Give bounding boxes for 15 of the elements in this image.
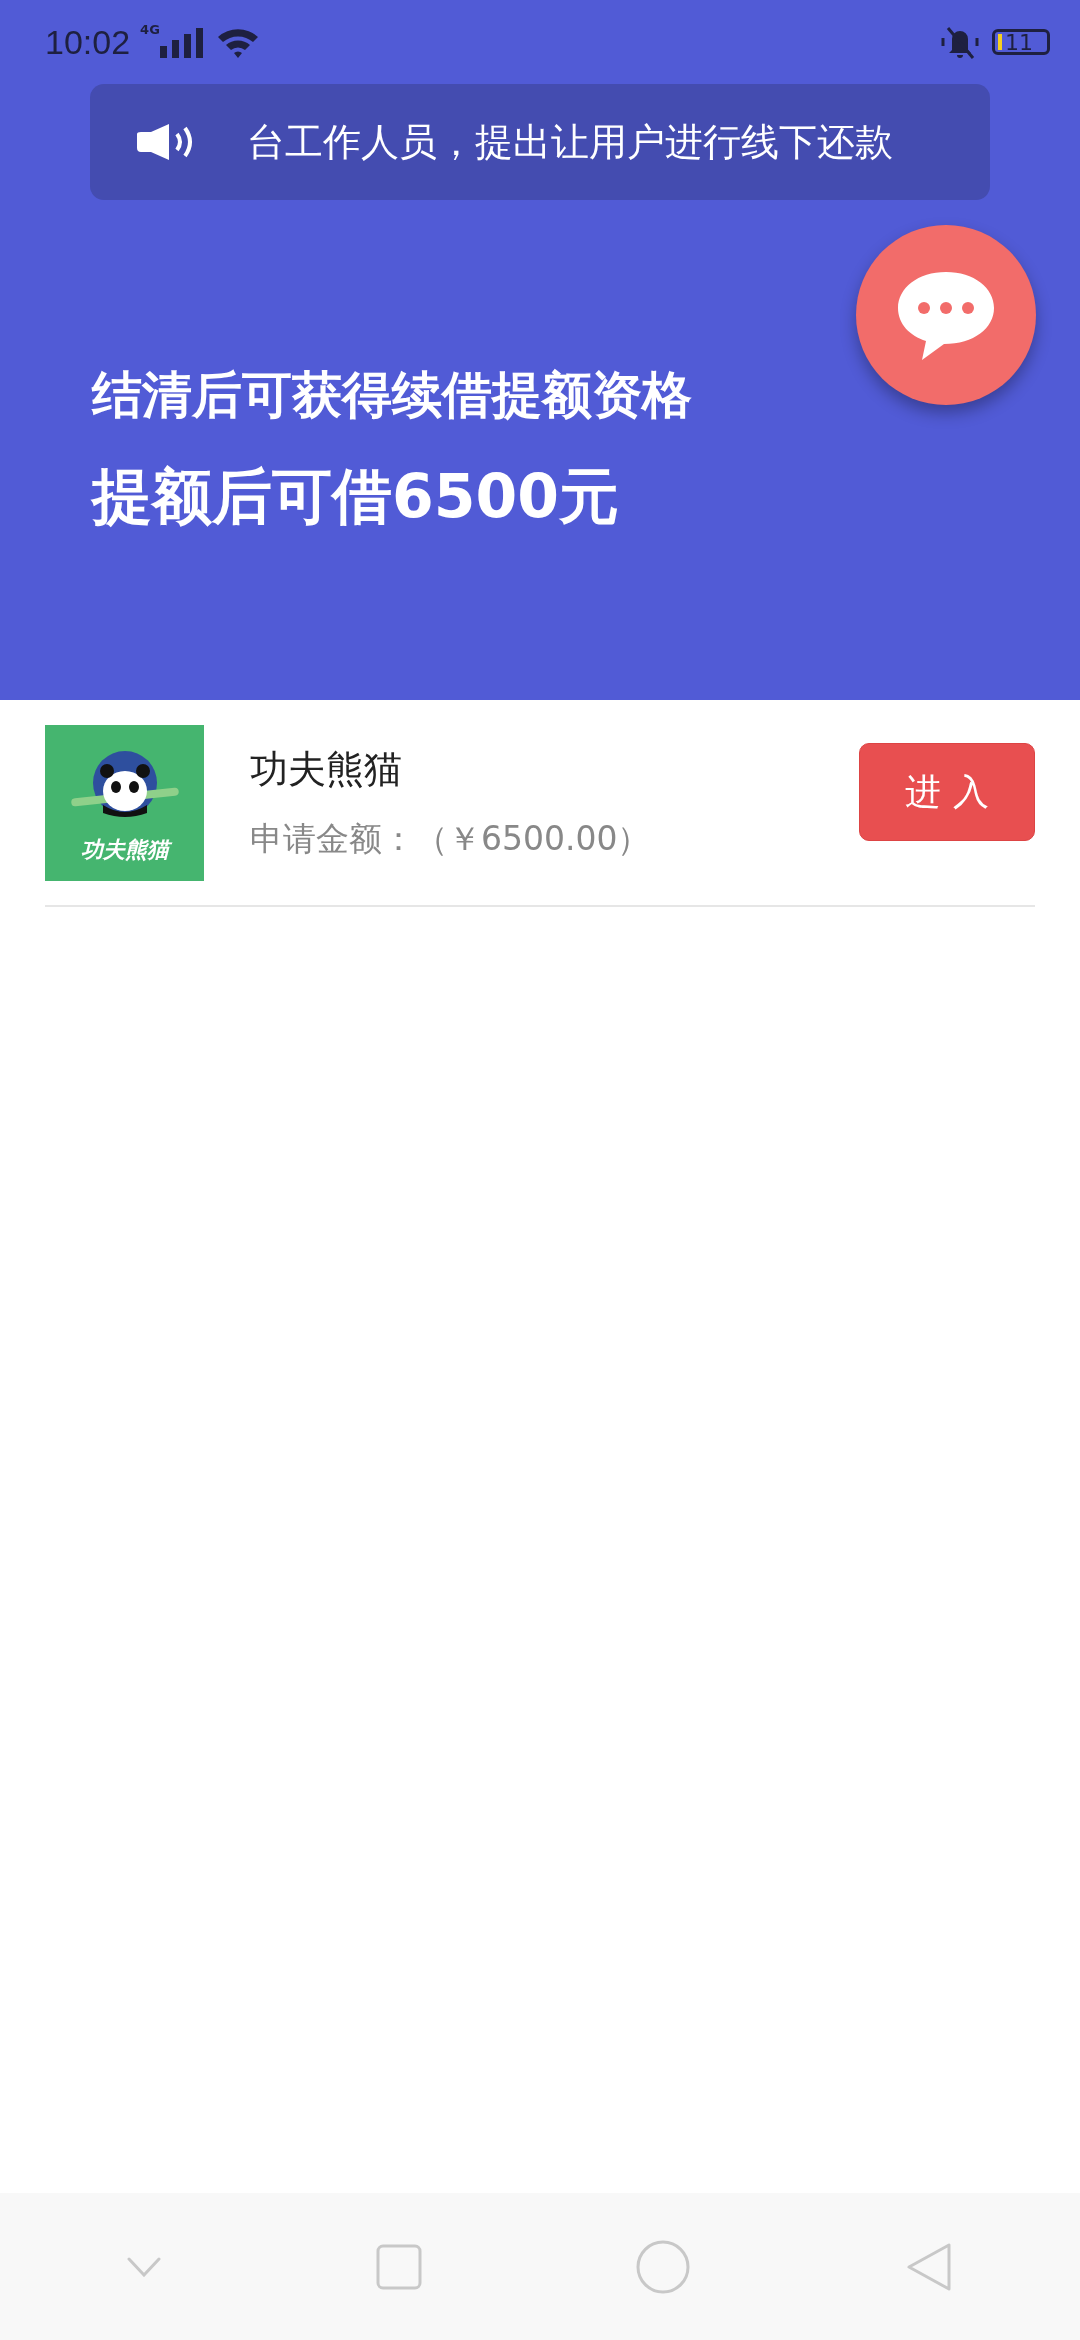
- signal-icon: [159, 26, 204, 58]
- banner-text: 结清后可获得续借提额资格: [92, 365, 693, 426]
- notice-text: 台工作人员，提出让用户进行线下还款: [247, 118, 893, 166]
- loan-amount: 申请金额：（￥6500.00）: [250, 818, 652, 860]
- chat-button[interactable]: [856, 225, 1036, 405]
- home-icon[interactable]: [636, 2239, 691, 2294]
- battery-icon: 11: [992, 29, 1050, 55]
- recents-icon[interactable]: [375, 2243, 422, 2290]
- network-label: 4G: [140, 22, 160, 37]
- status-time: 10:02: [45, 22, 131, 62]
- banner-amount: 提额后可借6500元: [92, 460, 620, 533]
- mute-bell-icon: [940, 24, 980, 60]
- chevron-down-icon[interactable]: [127, 2256, 162, 2277]
- product-name: 功夫熊猫: [250, 746, 403, 793]
- enter-button[interactable]: 进 入: [859, 743, 1035, 841]
